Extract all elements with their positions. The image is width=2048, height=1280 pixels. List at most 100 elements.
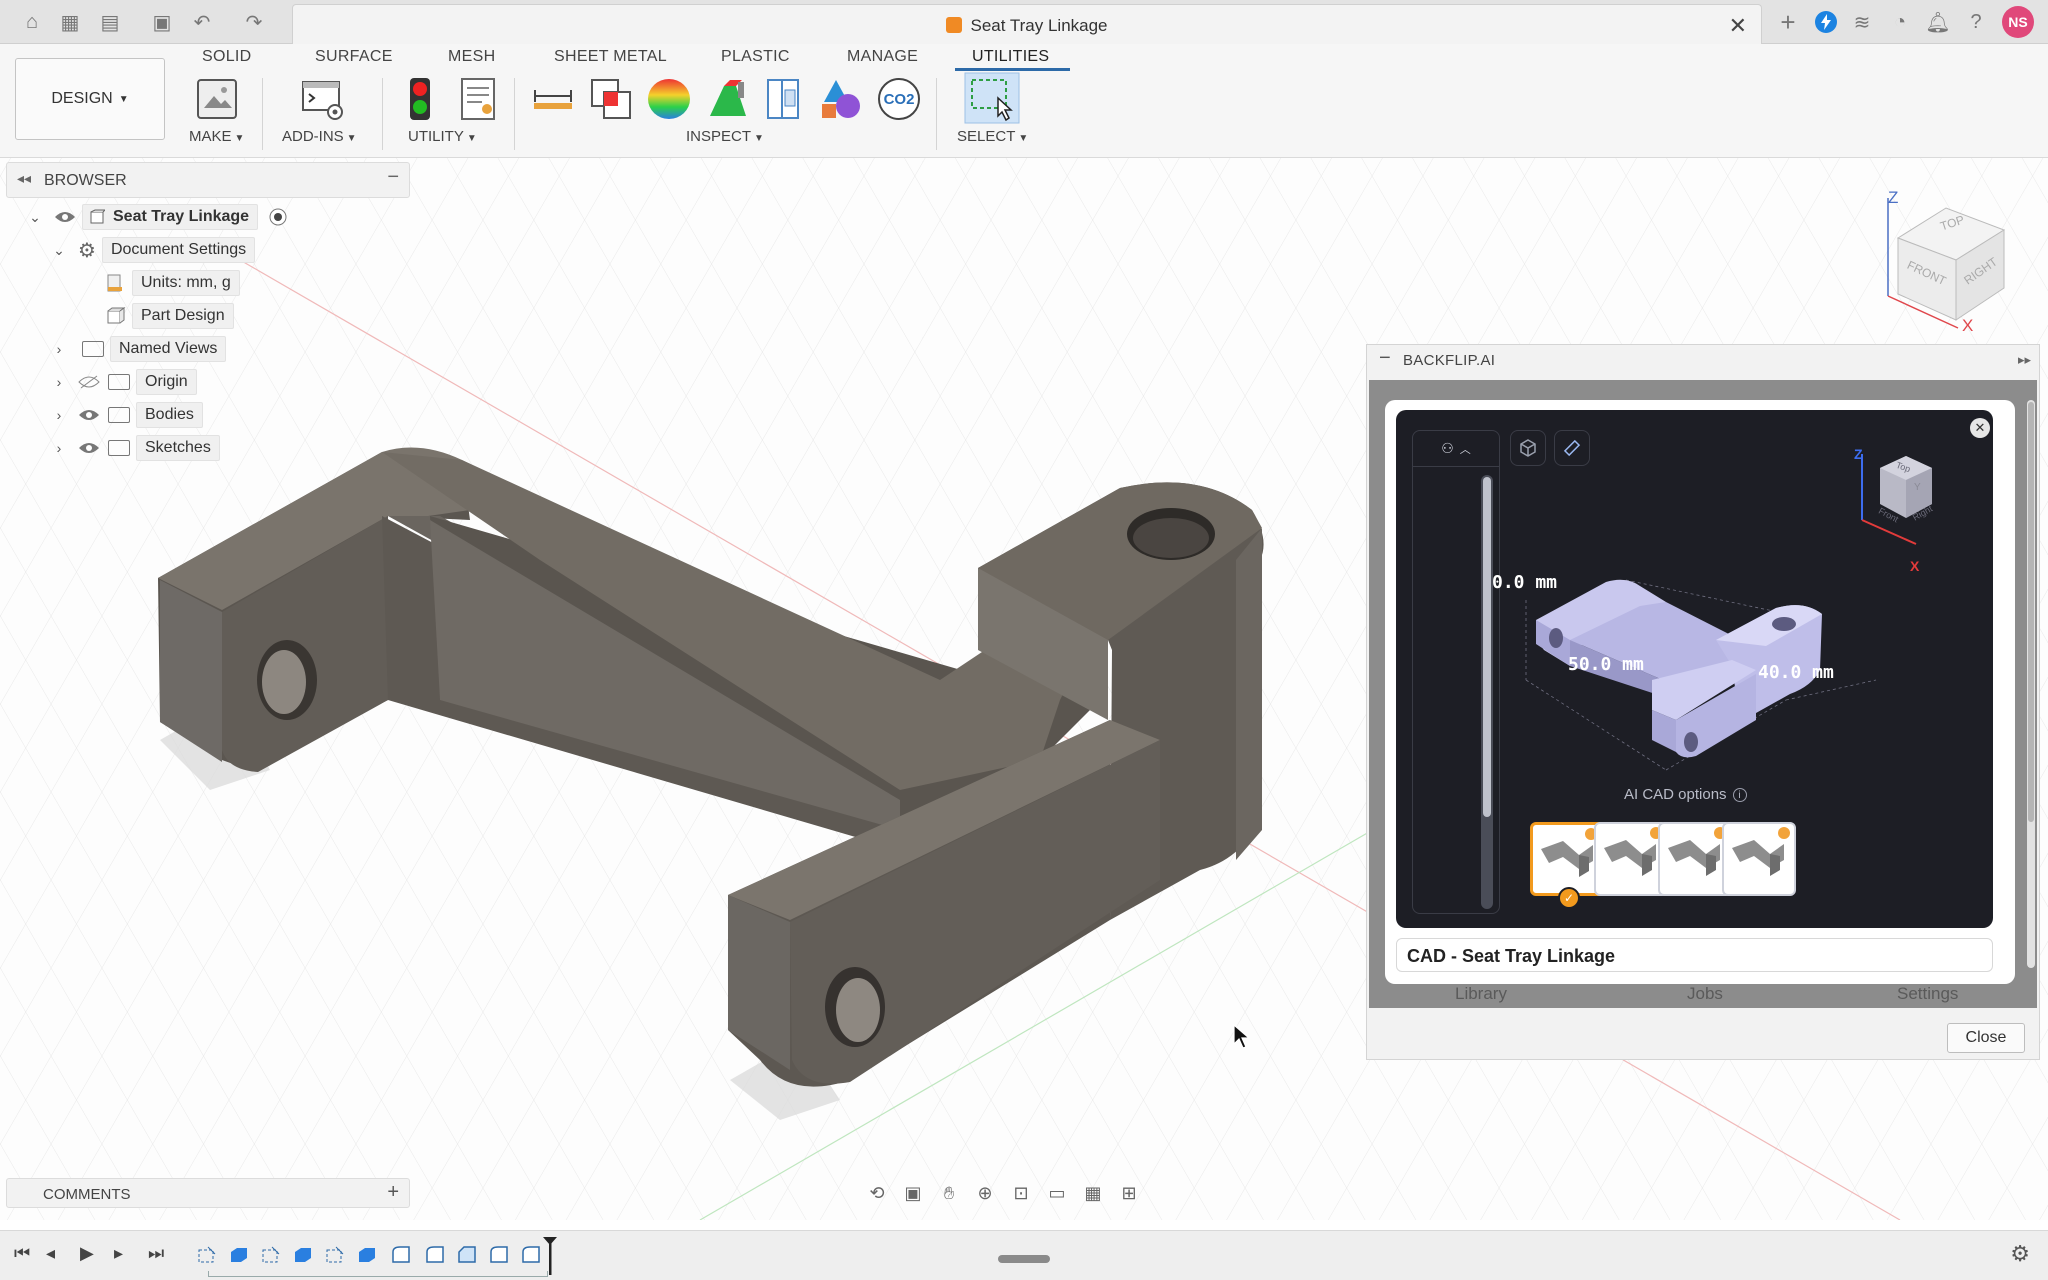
utility-group-button[interactable]: UTILITY ▼ [408,128,477,145]
tab-jobs[interactable]: Jobs [1687,984,1723,1004]
undo-icon[interactable]: ↶ [188,8,216,36]
measure-tool-button[interactable] [1554,430,1590,466]
bill-of-materials-icon[interactable] [456,76,502,122]
help-icon[interactable]: ? [1962,8,1990,36]
close-button[interactable]: Close [1947,1023,2025,1053]
design-check-icon[interactable] [398,76,444,122]
tab-plastic[interactable]: PLASTIC [721,48,790,66]
grid-apps-icon[interactable]: ▦ [56,8,84,36]
section-analysis-icon[interactable] [762,76,808,122]
select-window-icon[interactable] [964,72,1020,124]
hidden-eye-icon[interactable] [78,375,100,389]
tree-item-document-settings[interactable]: ⌄ ⚙ Document Settings [50,235,256,265]
tab-library[interactable]: Library [1455,984,1507,1004]
timeline-sketch-icon[interactable] [196,1244,218,1266]
timeline-sketch-icon[interactable] [324,1244,346,1266]
chevron-down-icon[interactable]: ⌄ [50,242,68,259]
tree-item-sketches[interactable]: › Sketches [50,433,220,463]
tree-item-units[interactable]: Units: mm, g [104,268,240,298]
viewports-icon[interactable]: ⊞ [1114,1180,1144,1206]
play-icon[interactable]: ▶ [80,1243,94,1264]
timeline-extrude-icon[interactable] [228,1244,250,1266]
timeline-fillet-icon[interactable] [520,1244,542,1266]
step-back-icon[interactable]: ◂ [46,1243,55,1264]
ai-option-3[interactable] [1658,822,1732,896]
draft-analysis-icon[interactable] [704,76,750,122]
tree-item-part-design[interactable]: Part Design [104,301,234,331]
save-icon[interactable]: ▣ [148,8,176,36]
extension-icon[interactable] [1812,8,1840,36]
ai-option-4[interactable] [1722,822,1796,896]
tab-surface[interactable]: SURFACE [315,48,393,66]
jobs-status-icon[interactable]: ≋ [1848,8,1876,36]
go-to-start-icon[interactable]: ⏮ [14,1243,30,1264]
look-at-icon[interactable]: ▣ [898,1180,928,1206]
view-3d-button[interactable] [1510,430,1546,466]
grid-settings-icon[interactable]: ▦ [1078,1180,1108,1206]
redo-icon[interactable]: ↷ [240,8,268,36]
measure-icon[interactable] [530,76,576,122]
design-name-field[interactable]: CAD - Seat Tray Linkage [1396,938,1993,972]
home-icon[interactable]: ⌂ [18,8,46,36]
scripts-addins-icon[interactable] [300,76,346,122]
tab-solid[interactable]: SOLID [202,48,252,66]
visibility-eye-icon[interactable] [78,408,100,422]
go-to-end-icon[interactable]: ⏭ [148,1243,164,1264]
collapse-panel-icon[interactable]: ◂◂ [17,170,31,187]
timeline-sketch-icon[interactable] [260,1244,282,1266]
workspace-switcher-button[interactable]: DESIGN ▼ [15,58,165,140]
tree-item-named-views[interactable]: › Named Views [50,334,227,364]
timeline-fillet-icon[interactable] [390,1244,412,1266]
tree-item-origin[interactable]: › Origin [50,367,197,397]
document-tab[interactable]: Seat Tray Linkage ✕ [292,4,1762,44]
make-3d-print-icon[interactable] [194,76,240,122]
interference-icon[interactable] [588,76,634,122]
tab-settings[interactable]: Settings [1897,984,1958,1004]
tab-manage[interactable]: MANAGE [847,48,918,66]
select-group-button[interactable]: SELECT ▼ [957,128,1028,145]
orbit-icon[interactable]: ⟲ [862,1180,892,1206]
make-group-button[interactable]: MAKE ▼ [189,128,244,145]
tree-item-bodies[interactable]: › Bodies [50,400,203,430]
tools-scrollbar[interactable] [1481,475,1493,909]
zoom-icon[interactable]: ⊕ [970,1180,1000,1206]
timeline-marker[interactable] [540,1235,560,1277]
step-forward-icon[interactable]: ▸ [114,1243,123,1264]
inspect-group-button[interactable]: INSPECT ▼ [686,128,764,145]
ai-option-2[interactable] [1594,822,1668,896]
timeline-chamfer-icon[interactable] [456,1244,478,1266]
info-icon[interactable]: i [1732,788,1747,802]
minimize-icon[interactable]: − [387,166,399,189]
curvature-analysis-icon[interactable] [646,76,692,122]
chevron-right-icon[interactable]: › [50,374,68,390]
chevron-down-icon[interactable]: ⌄ [26,209,44,226]
webview-scrollbar[interactable] [2027,400,2035,968]
visibility-eye-icon[interactable] [78,441,100,455]
activate-radio-icon[interactable] [268,207,288,227]
panel-resize-handle[interactable] [998,1255,1050,1263]
view-cube[interactable] [1878,188,2026,338]
tab-sheet-metal[interactable]: SHEET METAL [554,48,667,66]
visibility-eye-icon[interactable] [54,210,76,224]
chevron-right-icon[interactable]: › [50,407,68,423]
notifications-bell-icon[interactable]: 🔔︎ [1924,8,1952,36]
timeline-extrude-icon[interactable] [356,1244,378,1266]
tab-mesh[interactable]: MESH [448,48,495,66]
center-of-mass-icon[interactable] [818,76,864,122]
chevron-right-icon[interactable]: › [50,440,68,456]
timeline-extrude-icon[interactable] [292,1244,314,1266]
minimize-icon[interactable]: − [1379,347,1391,370]
carbon-footprint-icon[interactable]: CO2 [876,76,922,122]
online-status-icon[interactable]: ◔ [1886,8,1914,36]
tree-root[interactable]: ⌄ Seat Tray Linkage [26,202,288,232]
new-tab-icon[interactable]: + [1774,7,1802,37]
timeline-fillet-icon[interactable] [488,1244,510,1266]
user-avatar[interactable]: NS [2002,6,2034,38]
file-menu-icon[interactable]: ▤ [96,8,124,36]
zoom-window-icon[interactable]: ⊡ [1006,1180,1036,1206]
add-comment-icon[interactable]: + [387,1181,399,1204]
close-tab-button[interactable]: ✕ [1729,13,1747,39]
close-modal-button[interactable]: ✕ [1970,418,1990,438]
pan-hand-icon[interactable]: ✋︎ [934,1180,964,1206]
display-settings-icon[interactable]: ▭ [1042,1180,1072,1206]
